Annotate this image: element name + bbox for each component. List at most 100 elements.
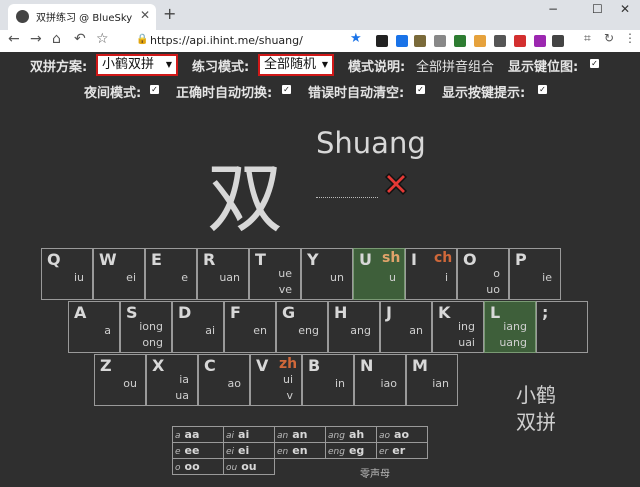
extension-icon[interactable]	[454, 35, 466, 47]
address-bar: ← → ⌂ ↶ ☆ 🔒 https://api.ihint.me/shuang/…	[0, 30, 640, 52]
home-icon[interactable]: ⌂	[52, 31, 61, 47]
zero-initial-keys: ei	[238, 444, 250, 457]
key-yunmu: e	[181, 271, 188, 284]
show-keys-label: 显示键位图:	[508, 60, 579, 75]
tab-title: 双拼练习 @ BlueSky	[36, 13, 133, 24]
new-tab-icon[interactable]: +	[163, 4, 176, 23]
key-v: Vzh ui v	[250, 354, 302, 406]
zero-initial-cell: ai ai	[223, 426, 275, 443]
key-yunmu: ing	[457, 320, 475, 333]
scheme-select[interactable]: 小鹤双拼 ▼	[96, 54, 178, 76]
zero-initial-syllable: ou	[226, 463, 238, 473]
extension-icon[interactable]	[534, 35, 546, 47]
zero-initial-cell: ang ah	[325, 426, 377, 443]
key-yunmu: ie	[542, 271, 552, 284]
brand-line-1: 小鹤	[516, 383, 556, 407]
window-close-icon[interactable]: ✕	[620, 2, 630, 16]
key-yunmu: ua	[175, 389, 189, 402]
key-yunmu: a	[104, 324, 111, 337]
extension-icon[interactable]	[396, 35, 408, 47]
extension-icon[interactable]	[376, 35, 388, 47]
key-yunmu: ao	[227, 377, 241, 390]
key-yunmu: i	[444, 271, 448, 284]
key-r: Ruan	[197, 248, 249, 300]
key-letter: Z	[100, 356, 112, 375]
key-p: Pie	[509, 248, 561, 300]
key-yunmu: un	[330, 271, 344, 284]
key-yunmu: iang	[503, 320, 527, 333]
browser-chrome: 双拼练习 @ BlueSky ✕ + − ☐ ✕ ← → ⌂ ↶ ☆ 🔒 htt…	[0, 0, 640, 52]
minimize-icon[interactable]: −	[548, 2, 558, 16]
zero-initial-keys: ao	[394, 428, 410, 441]
zero-initial-syllable: ei	[226, 447, 235, 457]
key-i: Ich i	[405, 248, 457, 300]
zero-initial-keys: ai	[238, 428, 250, 441]
url-field[interactable]: https://api.ihint.me/shuang/	[150, 34, 303, 47]
extension-icon[interactable]	[434, 35, 446, 47]
key-letter: M	[412, 356, 428, 375]
key-letter: Q	[47, 250, 61, 269]
key-letter: ;	[542, 303, 549, 322]
show-hint-label: 显示按键提示:	[442, 86, 526, 101]
scheme-select-value: 小鹤双拼	[102, 57, 155, 72]
menu-icon[interactable]: ⋮	[624, 31, 636, 45]
key-yunmu: uai	[458, 336, 475, 349]
key-yunmu: ui	[282, 373, 293, 386]
back-icon[interactable]: ←	[8, 31, 20, 47]
key-yunmu: ue	[278, 267, 292, 280]
key-q: Qiu	[41, 248, 93, 300]
zero-initial-syllable: o	[175, 463, 181, 473]
bookmark-star-icon[interactable]: ★	[350, 31, 362, 46]
key-yunmu: ve	[278, 283, 292, 296]
extension-icon[interactable]	[552, 35, 564, 47]
key-c: Cao	[198, 354, 250, 406]
extension-icon[interactable]	[514, 35, 526, 47]
zero-initial-syllable: eng	[328, 447, 345, 457]
extension-icon[interactable]	[494, 35, 506, 47]
key-u: Ush u	[353, 248, 405, 300]
key-yunmu: u	[389, 271, 396, 284]
auto-switch-label: 正确时自动切换:	[176, 86, 273, 101]
zero-initial-syllable: ai	[226, 431, 235, 441]
night-mode-label: 夜间模式:	[84, 86, 142, 101]
maximize-icon[interactable]: ☐	[592, 2, 603, 16]
refresh-icon[interactable]: ↻	[604, 31, 614, 45]
wrong-x-icon	[384, 172, 408, 196]
tab-close-icon[interactable]: ✕	[140, 8, 150, 22]
zero-initial-keys: an	[292, 428, 308, 441]
key-yunmu: an	[409, 324, 423, 337]
key-yunmu: o	[493, 267, 500, 280]
browser-tab[interactable]: 双拼练习 @ BlueSky ✕	[8, 4, 156, 30]
crop-icon[interactable]: ⌗	[584, 31, 591, 46]
auto-switch-checkbox[interactable]: ✓	[282, 85, 291, 94]
forward-icon[interactable]: →	[30, 31, 42, 47]
extension-icon[interactable]	[414, 35, 426, 47]
zero-initial-syllable: a	[175, 431, 181, 441]
key-yunmu: ang	[350, 324, 371, 337]
key-letter: I	[411, 250, 417, 269]
bookmark-outline-icon[interactable]: ☆	[96, 31, 109, 47]
mode-select[interactable]: 全部随机 ▼	[258, 54, 334, 76]
key-e: Ee	[145, 248, 197, 300]
night-mode-checkbox[interactable]: ✓	[150, 85, 159, 94]
input-area[interactable]	[316, 197, 378, 198]
zero-initial-cell: an an	[274, 426, 326, 443]
auto-clear-checkbox[interactable]: ✓	[416, 85, 425, 94]
show-hint-checkbox[interactable]: ✓	[538, 85, 547, 94]
zero-initial-syllable: an	[277, 431, 289, 441]
mode-label: 练习模式:	[192, 60, 250, 75]
zero-initial-keys: er	[392, 444, 406, 457]
key-yunmu: ia	[179, 373, 189, 386]
zero-initial-syllable: e	[175, 447, 181, 457]
zero-initial-syllable: er	[379, 447, 389, 457]
extension-icon[interactable]	[474, 35, 486, 47]
key-yunmu: iu	[73, 271, 84, 284]
key-letter: N	[360, 356, 374, 375]
show-keys-checkbox[interactable]: ✓	[590, 59, 599, 68]
key-letter: D	[178, 303, 192, 322]
undo-icon[interactable]: ↶	[74, 31, 86, 47]
zero-initial-cell: en en	[274, 442, 326, 459]
zero-initial-keys: ah	[348, 428, 365, 441]
key-z: Zou	[94, 354, 146, 406]
scheme-label: 双拼方案:	[30, 60, 88, 75]
